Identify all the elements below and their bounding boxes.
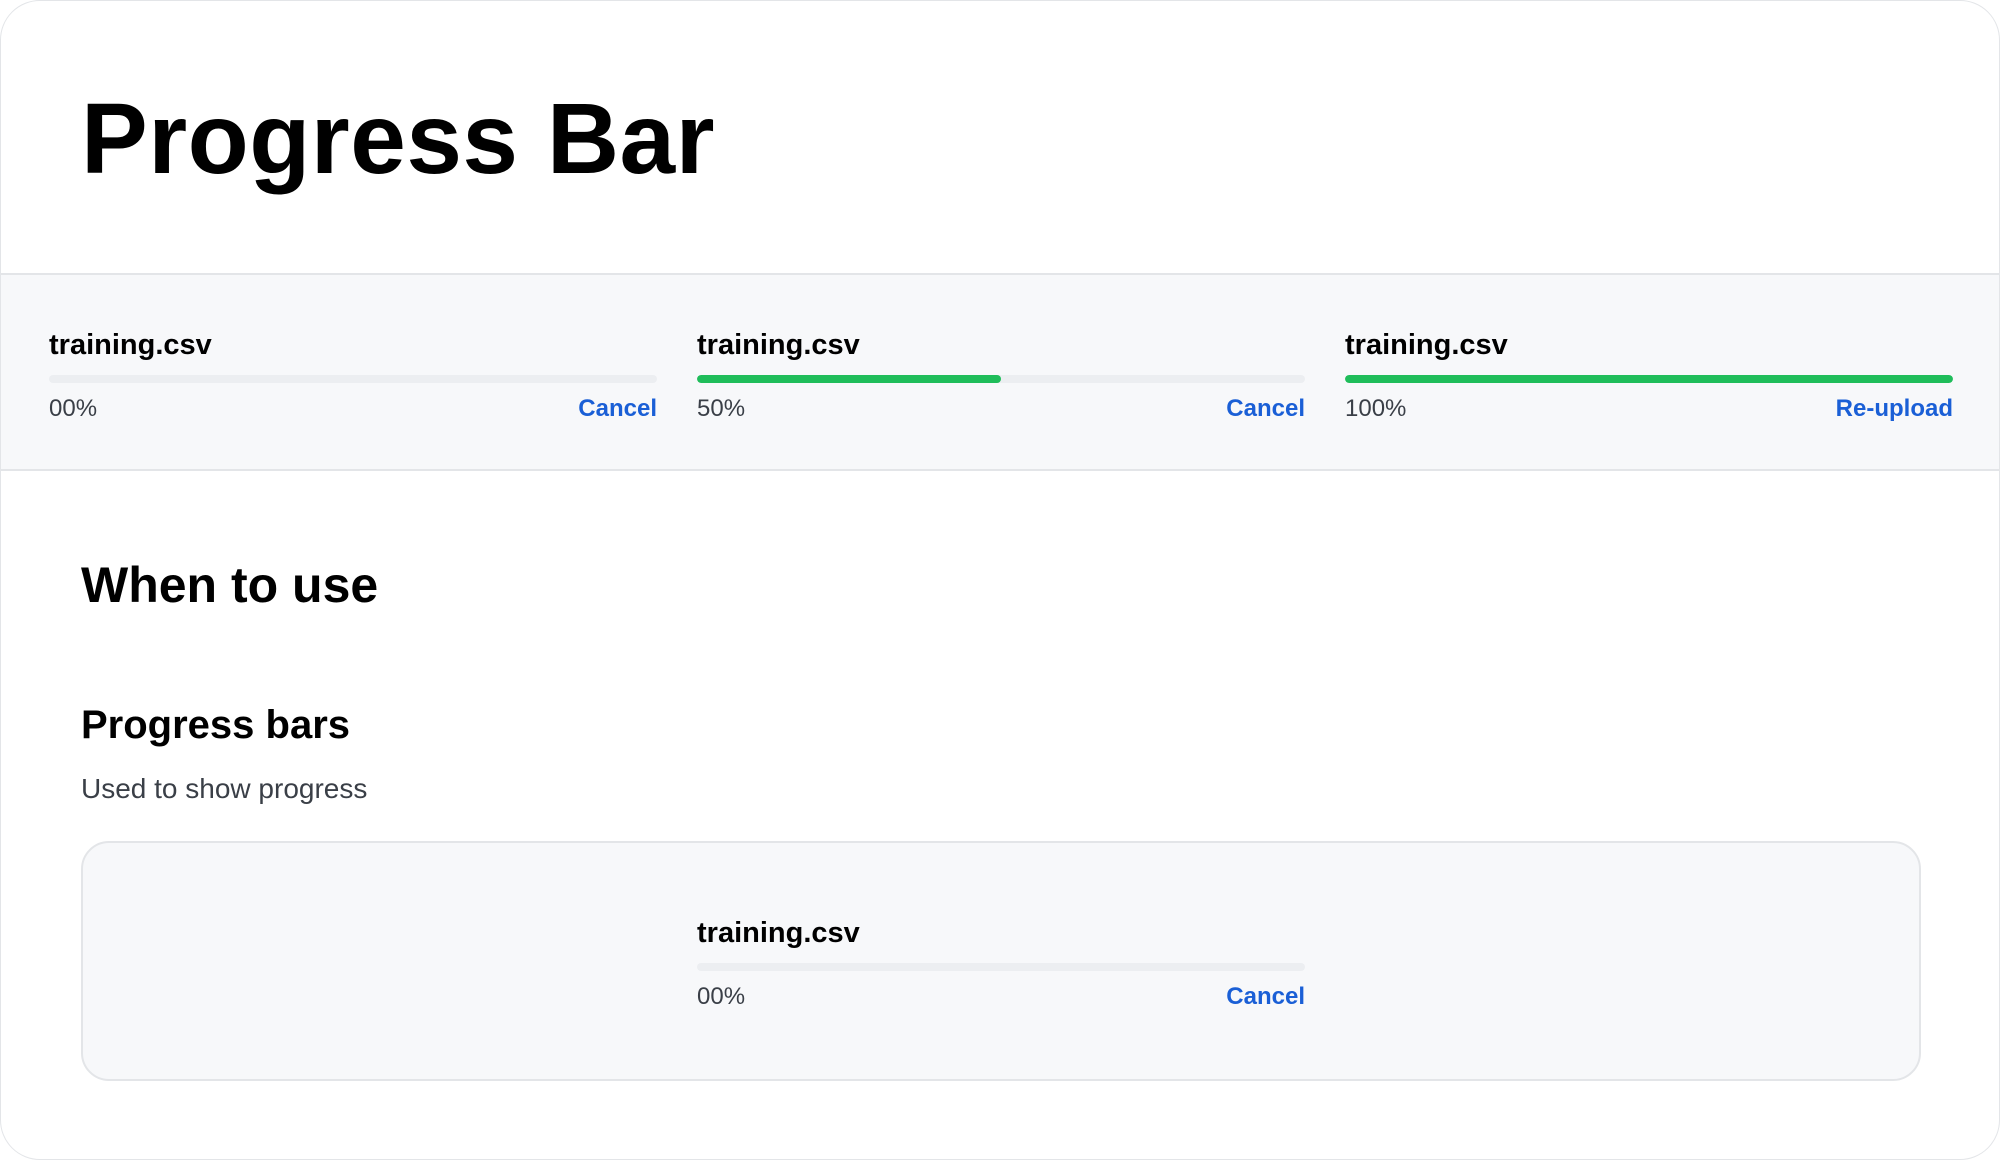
progress-track — [697, 963, 1305, 971]
description: Used to show progress — [81, 773, 368, 804]
progress-percent: 50% — [697, 395, 746, 422]
page-title: Progress Bar — [81, 83, 716, 195]
demo-band: training.csv 00% Cancel training.csv 50%… — [1, 273, 1999, 471]
progress-percent: 00% — [697, 983, 746, 1010]
cancel-button[interactable]: Cancel — [1226, 981, 1305, 1013]
progress-fill — [697, 375, 1001, 383]
example-progress-item: training.csv 00% Cancel — [697, 915, 1305, 1015]
file-name: training.csv — [697, 329, 860, 361]
file-name: training.csv — [1345, 329, 1508, 361]
progress-percent: 100% — [1345, 395, 1407, 422]
progress-fill — [1345, 375, 1953, 383]
progress-percent: 00% — [49, 395, 98, 422]
example-box: training.csv 00% Cancel — [81, 841, 1921, 1081]
progress-track — [1345, 375, 1953, 383]
file-name: training.csv — [697, 917, 860, 949]
page-card: Progress Bar training.csv 00% Cancel tra… — [0, 0, 2000, 1160]
sub-heading: Progress bars — [81, 703, 351, 747]
cancel-button[interactable]: Cancel — [1226, 393, 1305, 425]
file-name: training.csv — [49, 329, 212, 361]
progress-track — [697, 375, 1305, 383]
progress-track — [49, 375, 657, 383]
cancel-button[interactable]: Cancel — [578, 393, 657, 425]
section-heading: When to use — [81, 557, 379, 613]
progress-item-0: training.csv 00% Cancel — [49, 327, 657, 427]
progress-item-2: training.csv 100% Re-upload — [1345, 327, 1953, 427]
re-upload-button[interactable]: Re-upload — [1836, 393, 1953, 425]
progress-item-1: training.csv 50% Cancel — [697, 327, 1305, 427]
